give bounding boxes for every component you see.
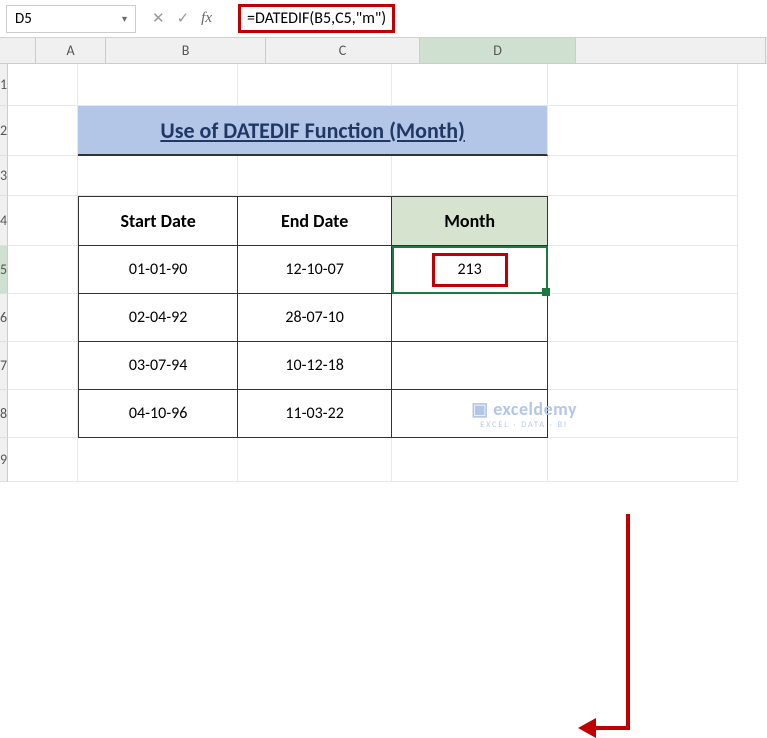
cell-b8[interactable]: 04-10-96 <box>78 390 238 438</box>
row-header-6[interactable]: 6 <box>0 294 8 342</box>
cell[interactable] <box>8 156 78 196</box>
spreadsheet-grid: A B C D 1 2 3 4 5 6 7 8 9 <box>0 38 767 482</box>
watermark-tag: EXCEL · DATA · BI <box>471 420 577 430</box>
watermark-logo: ▣ exceldemy <box>471 398 577 420</box>
cell[interactable] <box>548 156 738 196</box>
column-headers: A B C D <box>0 38 767 64</box>
cell-c7[interactable]: 10-12-18 <box>238 342 392 390</box>
name-box[interactable]: D5 ▾ <box>6 5 136 33</box>
name-box-value: D5 <box>15 10 32 28</box>
page-title[interactable]: Use of DATEDIF Function (Month) <box>78 106 548 156</box>
cell[interactable] <box>548 342 738 390</box>
cell[interactable] <box>8 342 78 390</box>
cell[interactable] <box>8 294 78 342</box>
cell[interactable] <box>548 246 738 294</box>
cell[interactable] <box>238 64 392 106</box>
row-header-9[interactable]: 9 <box>0 438 8 482</box>
cell[interactable] <box>548 294 738 342</box>
formula-input[interactable]: =DATEDIF(B5,C5,"m") <box>230 0 767 37</box>
col-header-d[interactable]: D <box>420 38 576 63</box>
cell[interactable] <box>8 390 78 438</box>
cell-c5[interactable]: 12-10-07 <box>238 246 392 294</box>
cell[interactable] <box>8 196 78 246</box>
chevron-down-icon[interactable]: ▾ <box>122 12 127 25</box>
select-all-corner[interactable] <box>0 38 36 63</box>
cell[interactable] <box>78 64 238 106</box>
col-header-e[interactable] <box>576 38 766 63</box>
cell-d7[interactable] <box>392 342 548 390</box>
row-header-4[interactable]: 4 <box>0 196 8 246</box>
cell-b7[interactable]: 03-07-94 <box>78 342 238 390</box>
cancel-icon[interactable]: ✕ <box>152 9 165 28</box>
row-header-5[interactable]: 5 <box>0 246 8 294</box>
th-end[interactable]: End Date <box>238 196 392 246</box>
cell[interactable] <box>548 64 738 106</box>
cell-c6[interactable]: 28-07-10 <box>238 294 392 342</box>
row-header-7[interactable]: 7 <box>0 342 8 390</box>
row-header-3[interactable]: 3 <box>0 156 8 196</box>
cell-d6[interactable] <box>392 294 548 342</box>
cell[interactable] <box>238 156 392 196</box>
col-header-c[interactable]: C <box>266 38 420 63</box>
cell[interactable] <box>392 438 548 482</box>
cell[interactable] <box>78 438 238 482</box>
cell[interactable] <box>78 156 238 196</box>
formula-text: =DATEDIF(B5,C5,"m") <box>238 4 395 33</box>
col-header-a[interactable]: A <box>36 38 106 63</box>
row-header-1[interactable]: 1 <box>0 64 8 106</box>
th-start[interactable]: Start Date <box>78 196 238 246</box>
cell[interactable] <box>8 106 78 156</box>
fx-icon[interactable]: fx <box>201 10 212 27</box>
cell[interactable] <box>392 64 548 106</box>
confirm-icon[interactable]: ✓ <box>177 9 190 28</box>
cell-d5[interactable]: 213 <box>392 246 548 294</box>
watermark: ▣ exceldemy EXCEL · DATA · BI <box>471 398 577 430</box>
cell[interactable] <box>548 438 738 482</box>
cell[interactable] <box>548 196 738 246</box>
cell[interactable] <box>392 156 548 196</box>
formula-bar: D5 ▾ ✕ ✓ fx =DATEDIF(B5,C5,"m") <box>0 0 767 38</box>
cell[interactable] <box>238 438 392 482</box>
cell[interactable] <box>548 106 738 156</box>
cell-c8[interactable]: 11-03-22 <box>238 390 392 438</box>
row-header-8[interactable]: 8 <box>0 390 8 438</box>
cell[interactable] <box>8 64 78 106</box>
formula-buttons: ✕ ✓ fx <box>142 9 230 28</box>
cell-b6[interactable]: 02-04-92 <box>78 294 238 342</box>
th-month[interactable]: Month <box>392 196 548 246</box>
row-header-2[interactable]: 2 <box>0 106 8 156</box>
cells-area: Use of DATEDIF Function (Month) Start Da… <box>8 64 738 482</box>
cell[interactable] <box>8 438 78 482</box>
col-header-b[interactable]: B <box>106 38 266 63</box>
row-headers: 1 2 3 4 5 6 7 8 9 <box>0 64 8 482</box>
cell[interactable] <box>8 246 78 294</box>
cell-b5[interactable]: 01-01-90 <box>78 246 238 294</box>
